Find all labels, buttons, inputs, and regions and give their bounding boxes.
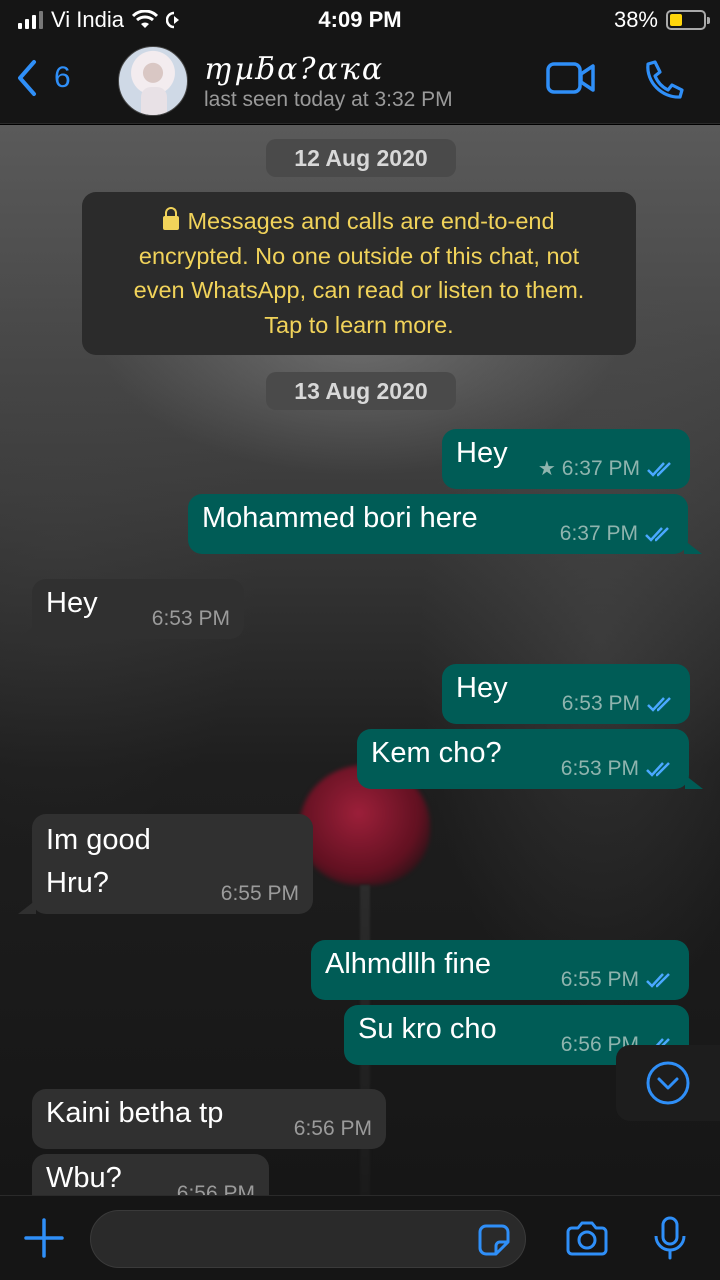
message-text: Im good Hru? <box>46 819 151 905</box>
date-separator: 12 Aug 2020 <box>266 139 456 177</box>
message-meta: 6:53 PM <box>562 692 676 716</box>
unread-count: 6 <box>54 61 71 94</box>
message-bubble-incoming[interactable]: Kaini betha tp 6:56 PM <box>32 1089 386 1149</box>
last-seen-status[interactable]: last seen today at 3:32 PM <box>204 88 453 112</box>
message-bubble-incoming[interactable]: Im good Hru? 6:55 PM <box>18 814 313 914</box>
message-bubble-incoming[interactable]: Hey 6:53 PM <box>18 579 244 639</box>
message-time: 6:53 PM <box>560 757 639 780</box>
message-time: 6:56 PM <box>176 1182 255 1195</box>
message-bubble-incoming[interactable]: Wbu? 6:56 PM <box>32 1154 269 1195</box>
status-right: 38% <box>613 7 710 33</box>
message-bubble-outgoing[interactable]: Kem cho? 6:53 PM <box>357 729 703 789</box>
encryption-notice[interactable]: Messages and calls are end-to-end encryp… <box>82 192 636 355</box>
message-meta: 6:55 PM <box>561 968 675 992</box>
date-separator: 13 Aug 2020 <box>266 372 456 410</box>
message-meta: ★ 6:37 PM <box>538 456 676 481</box>
message-input[interactable] <box>90 1210 526 1268</box>
chevron-down-circle-icon <box>646 1061 690 1105</box>
message-text: Hey <box>456 437 508 469</box>
message-bubble-outgoing[interactable]: Hey 6:53 PM <box>442 664 690 724</box>
camera-icon[interactable] <box>564 1220 610 1258</box>
status-bar: Vi India 4:09 PM 38% <box>0 0 720 40</box>
message-bubble-outgoing[interactable]: Hey ★ 6:37 PM <box>442 429 690 489</box>
message-time: 6:55 PM <box>560 968 639 991</box>
microphone-icon[interactable] <box>652 1216 688 1262</box>
encryption-line: even WhatsApp, can read or listen to the… <box>133 277 585 303</box>
chat-header: 6 ɱµƃɑ?ɑҡɑ last seen today at 3:32 PM <box>0 40 720 124</box>
message-text: Kem cho? <box>371 737 502 769</box>
chevron-left-icon <box>18 60 36 96</box>
message-meta: 6:53 PM <box>561 757 675 781</box>
phone-icon[interactable] <box>640 58 684 102</box>
message-time: 6:53 PM <box>561 692 640 715</box>
video-call-icon[interactable] <box>545 58 597 98</box>
message-time: 6:53 PM <box>151 607 230 630</box>
message-meta: 6:37 PM <box>560 522 674 546</box>
double-check-icon <box>645 527 669 542</box>
message-meta: 6:53 PM <box>152 607 230 631</box>
message-time: 6:37 PM <box>559 522 638 545</box>
message-meta: 6:55 PM <box>221 882 299 906</box>
scroll-to-bottom-button[interactable] <box>616 1045 720 1121</box>
chat-area[interactable]: 12 Aug 2020 Messages and calls are end-t… <box>0 125 720 1195</box>
sticker-icon[interactable] <box>476 1222 512 1258</box>
message-text: Kaini betha tp <box>46 1097 224 1129</box>
star-icon: ★ <box>537 458 556 480</box>
battery-icon <box>666 10 710 30</box>
back-button[interactable]: 6 <box>14 58 71 98</box>
message-text: Hey <box>46 587 98 619</box>
message-bubble-outgoing[interactable]: Mohammed bori here 6:37 PM <box>188 494 702 554</box>
message-composer <box>0 1195 720 1280</box>
message-line: Im good <box>46 824 151 856</box>
message-bubble-outgoing[interactable]: Alhmdllh fine 6:55 PM <box>311 940 689 1000</box>
lock-icon <box>163 207 180 230</box>
plus-icon[interactable] <box>24 1218 64 1258</box>
message-meta: 6:56 PM <box>177 1182 255 1195</box>
avatar[interactable] <box>118 46 188 116</box>
encryption-line: Tap to learn more. <box>264 311 454 338</box>
message-text: Su kro cho <box>358 1013 497 1045</box>
message-text: Wbu? <box>46 1162 122 1194</box>
message-time: 6:56 PM <box>293 1117 372 1140</box>
encryption-line: Messages and calls are end-to-end <box>187 208 555 234</box>
message-time: 6:55 PM <box>220 882 299 905</box>
message-time: 6:37 PM <box>561 456 640 480</box>
message-text: Alhmdllh fine <box>325 948 492 980</box>
double-check-icon <box>646 762 670 777</box>
message-text: Mohammed bori here <box>202 502 478 534</box>
message-line: Hru? <box>46 867 109 899</box>
battery-percent: 38% <box>613 7 658 32</box>
status-time: 4:09 PM <box>318 7 402 32</box>
double-check-icon <box>646 973 670 988</box>
message-text: Hey <box>456 672 508 704</box>
contact-name[interactable]: ɱµƃɑ?ɑҡɑ <box>204 52 384 87</box>
double-check-icon <box>647 461 671 477</box>
double-check-icon <box>647 697 671 712</box>
message-meta: 6:56 PM <box>294 1117 372 1141</box>
encryption-line: encrypted. No one outside of this chat, … <box>138 242 580 269</box>
